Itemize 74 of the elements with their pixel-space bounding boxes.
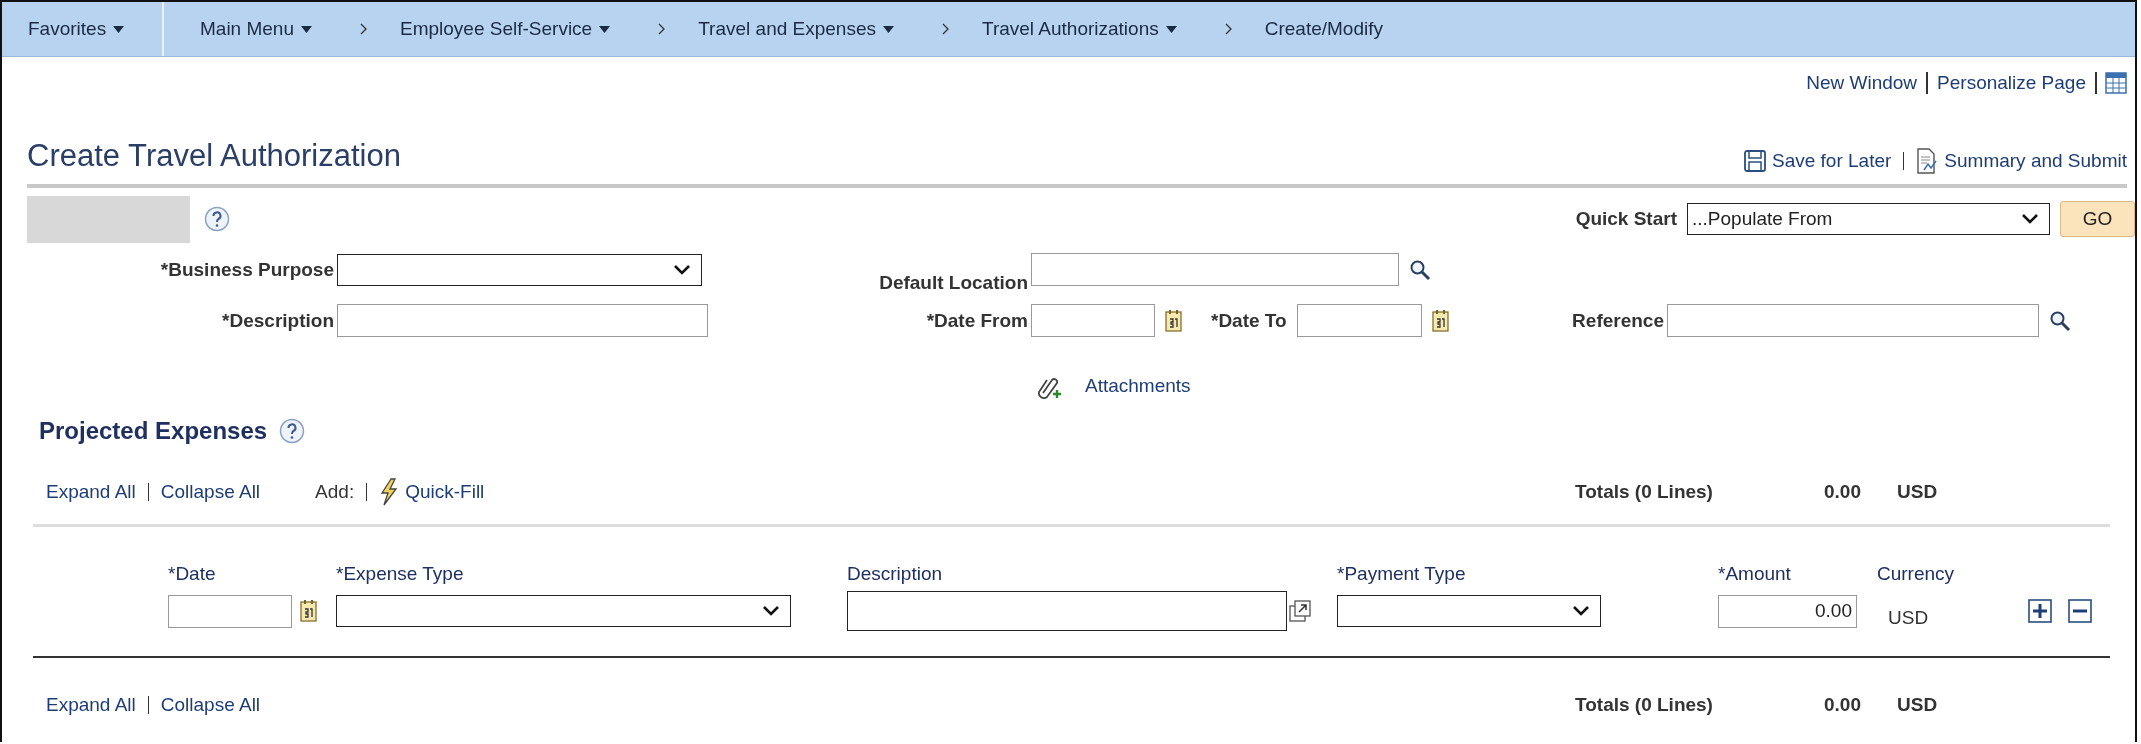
column-header: Description (847, 563, 944, 585)
nav-menu-item[interactable]: Employee Self-Service (400, 18, 611, 40)
chevron-icon (658, 23, 667, 35)
delete-row-icon[interactable] (2068, 599, 2092, 623)
chevron-icon (1224, 23, 1233, 35)
lightning-icon (379, 478, 400, 506)
field-label: Reference (1571, 309, 1665, 332)
chevron-down-icon (2021, 213, 2039, 225)
totals-label: Totals (0 Lines) (1575, 481, 1714, 503)
reference-field[interactable] (1667, 304, 2039, 337)
column-header: Currency (1877, 563, 1956, 585)
field-label: *Date To (1211, 309, 1287, 332)
chevron-down-icon (1572, 605, 1590, 617)
nav-menu-item[interactable]: Create/Modify (1264, 18, 1383, 40)
currency-code: USD (1897, 694, 1938, 716)
date-field[interactable] (1296, 304, 1422, 337)
currency-code: USD (1897, 481, 1938, 503)
nav-menu-item[interactable]: Main Menu (200, 18, 312, 40)
nav-menu-item[interactable]: Travel Authorizations (982, 18, 1177, 40)
field-label: *Date From (925, 309, 1029, 332)
help-icon[interactable] (279, 418, 306, 444)
section-title: Projected Expenses (39, 417, 268, 445)
totals-label: Totals (0 Lines) (1575, 694, 1714, 716)
total-amount: 0.00 (1824, 481, 1862, 503)
field-label: *Business Purpose (159, 258, 335, 281)
chevron-down-icon (762, 605, 780, 617)
field-label: *Description (221, 309, 335, 332)
attachments-link[interactable]: Attachments (1085, 375, 1191, 397)
expand-all-link[interactable]: Expand All (46, 481, 136, 503)
column-header: *Payment Type (1337, 563, 1467, 585)
column-header: *Expense Type (336, 563, 465, 585)
go-button[interactable]: GO (2060, 201, 2135, 237)
page-link[interactable]: New Window (1797, 72, 1929, 94)
add-label: Add: (315, 481, 355, 503)
field-label: Default Location (878, 272, 1029, 294)
calendar-icon[interactable] (1431, 308, 1450, 333)
column-header: *Date (168, 563, 217, 585)
chevron-down-icon (673, 263, 691, 276)
location-field[interactable] (1031, 253, 1399, 286)
action-link[interactable]: Save for Later (1743, 150, 1892, 172)
document-icon (1916, 148, 1939, 174)
total-amount: 0.00 (1824, 694, 1862, 716)
popup-icon[interactable] (1289, 600, 1311, 622)
collapse-all-link[interactable]: Collapse All (160, 481, 261, 503)
expense-type-select[interactable] (336, 595, 791, 627)
action-link[interactable]: Summary and Submit (1916, 148, 2127, 174)
quick-fill-link[interactable]: Quick-Fill (379, 478, 485, 506)
search-icon[interactable] (2049, 309, 2071, 332)
calendar-icon[interactable] (300, 599, 318, 623)
field-label: Quick Start (1575, 208, 1677, 230)
chevron-icon (942, 23, 950, 35)
grid-icon[interactable] (2105, 72, 2127, 94)
page-link[interactable]: Personalize Page (1928, 72, 2097, 94)
business-purpose-select[interactable] (337, 253, 702, 286)
help-icon[interactable] (204, 206, 230, 232)
search-icon[interactable] (1409, 258, 1431, 281)
amount-field[interactable]: 0.00 (1718, 594, 1857, 628)
description-field[interactable] (337, 304, 708, 337)
date-field[interactable] (1031, 304, 1155, 337)
column-header: *Amount (1718, 563, 1792, 585)
chevron-icon (360, 23, 368, 35)
collapse-all-link[interactable]: Collapse All (160, 694, 261, 716)
page-title: Create Travel Authorization (27, 138, 401, 174)
calendar-icon[interactable] (1165, 308, 1183, 333)
save-icon (1743, 150, 1766, 172)
add-row-icon[interactable] (2028, 599, 2052, 623)
nav-menu-item[interactable]: Travel and Expenses (698, 18, 894, 40)
date-field[interactable] (168, 594, 292, 628)
currency-code: USD (1888, 607, 1930, 629)
payment-type-select[interactable] (1337, 595, 1601, 627)
description-field[interactable] (847, 591, 1287, 631)
quick-start-select[interactable]: ...Populate From (1687, 203, 2050, 235)
nav-menu-item[interactable]: Favorites (28, 18, 125, 40)
expand-all-link[interactable]: Expand All (46, 694, 136, 716)
